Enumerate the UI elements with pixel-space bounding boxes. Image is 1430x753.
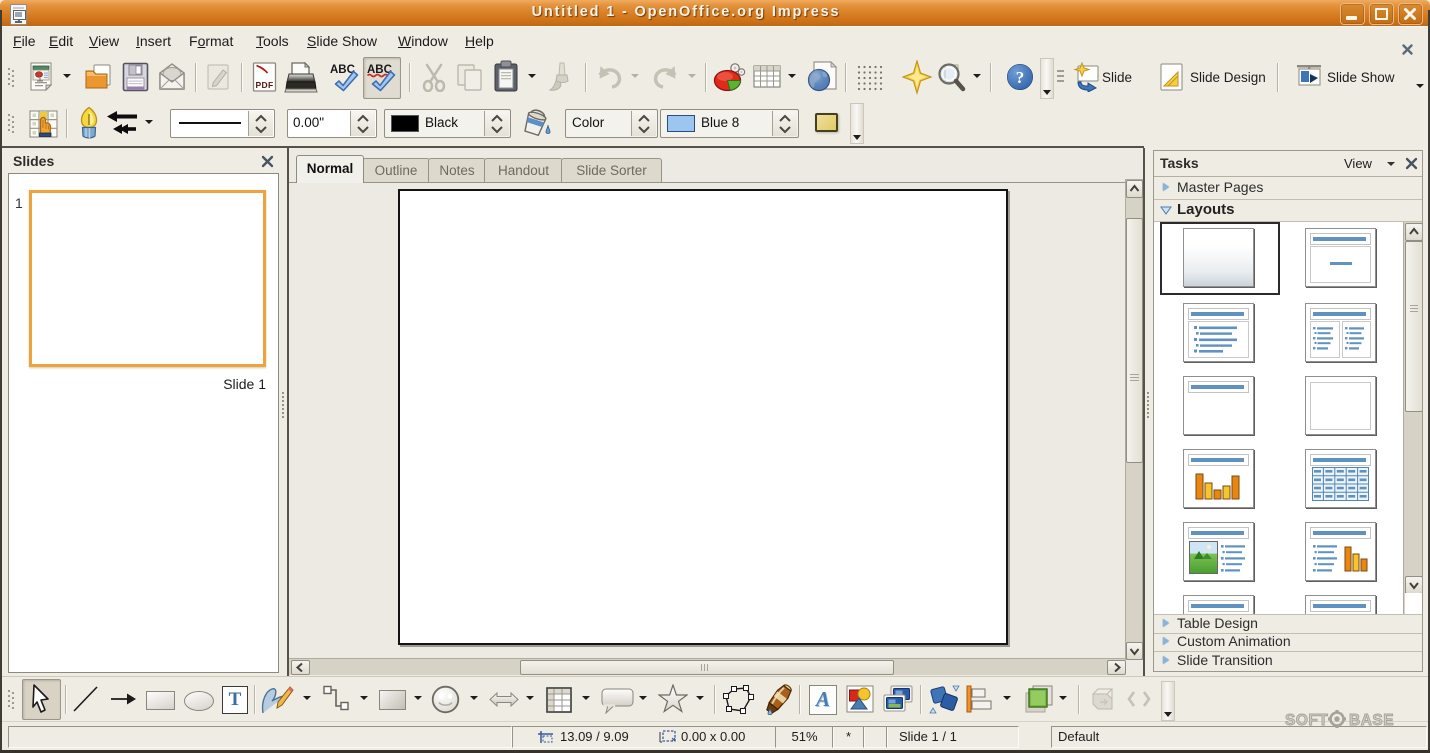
svg-text:?: ?	[1016, 68, 1025, 87]
svg-text:SOFT: SOFT	[1285, 712, 1328, 729]
svg-text:PDF: PDF	[256, 80, 274, 90]
svg-text:BASE: BASE	[1349, 712, 1394, 729]
